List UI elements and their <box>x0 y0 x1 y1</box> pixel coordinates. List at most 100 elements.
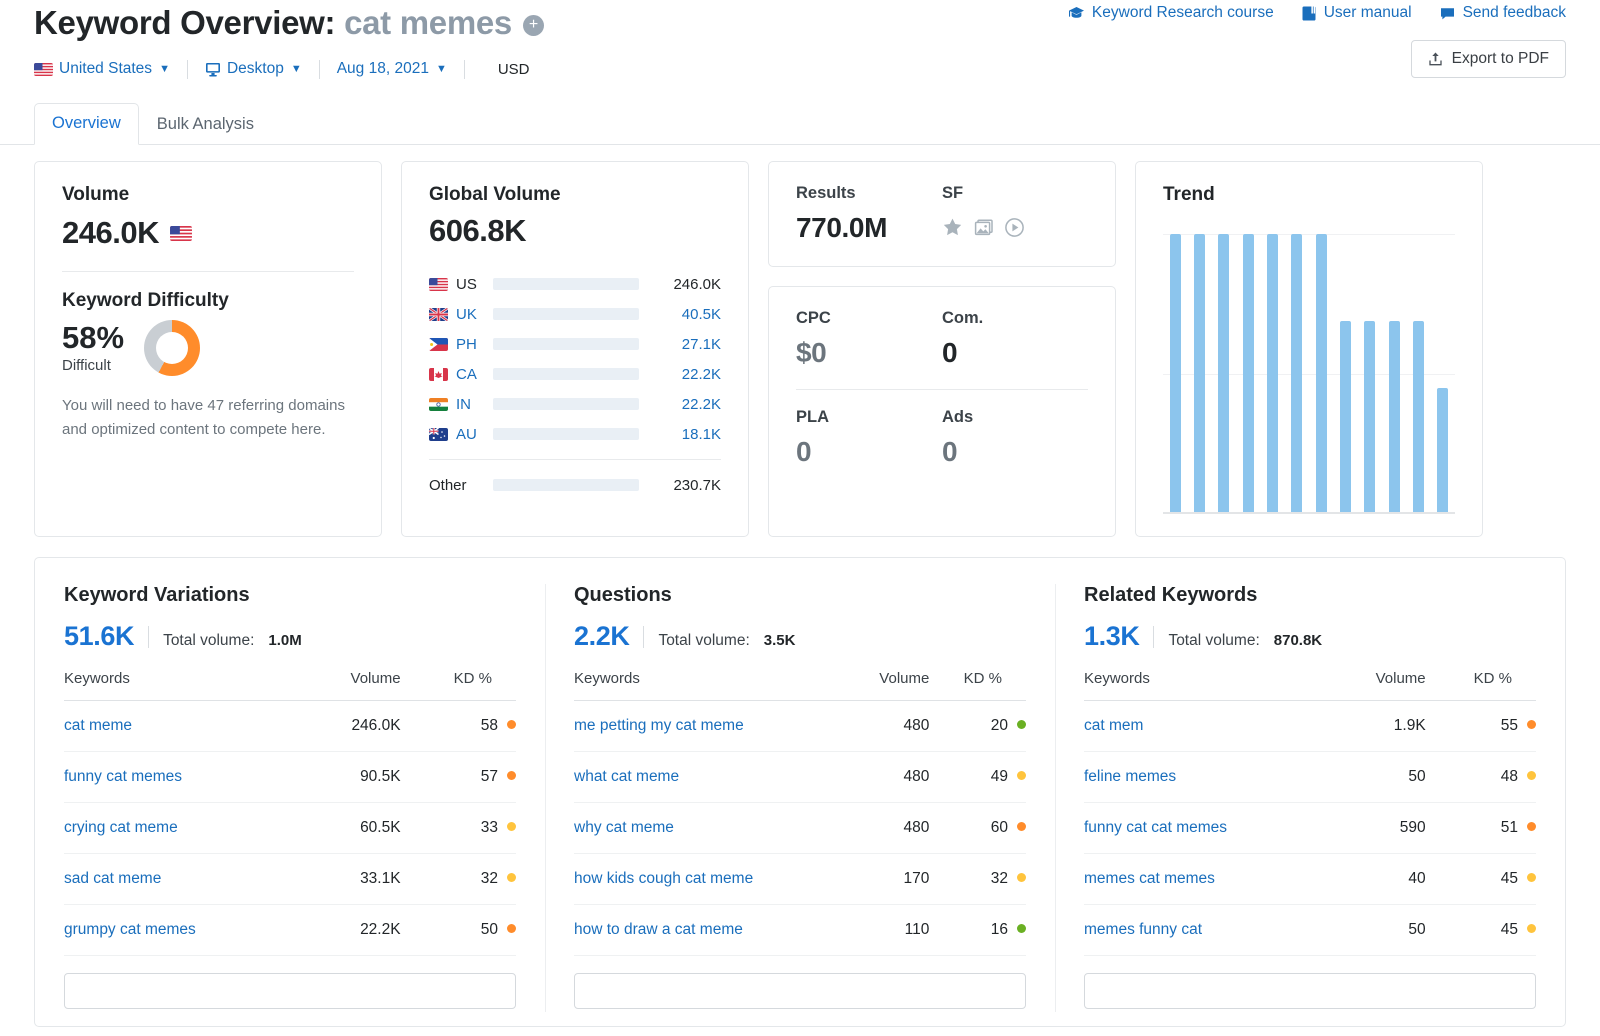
keyword-link[interactable]: me petting my cat meme <box>574 717 744 734</box>
keyword-link[interactable]: how kids cough cat meme <box>574 870 753 887</box>
keyword-cell: how to draw a cat meme <box>574 905 852 956</box>
device-filter[interactable]: Desktop ▼ <box>205 60 302 78</box>
table-row[interactable]: cat meme246.0K58 <box>64 701 516 752</box>
kd-cell: 50 <box>401 905 516 956</box>
view-all-button[interactable] <box>64 973 516 1009</box>
global-volume-row[interactable]: CA22.2K <box>429 359 721 389</box>
global-volume-row[interactable]: PH27.1K <box>429 329 721 359</box>
keyword-link[interactable]: memes funny cat <box>1084 921 1202 938</box>
graduation-cap-icon <box>1068 5 1085 22</box>
table-row[interactable]: how to draw a cat meme11016 <box>574 905 1026 956</box>
au-flag-icon <box>429 428 448 441</box>
column-header-volume[interactable]: Volume <box>852 670 930 701</box>
keyword-tables-panel: Keyword Variations51.6KTotal volume:1.0M… <box>34 557 1566 1027</box>
table-row[interactable]: memes cat memes4045 <box>1084 854 1536 905</box>
keyword-research-course-link[interactable]: Keyword Research course <box>1068 4 1274 22</box>
view-all-button[interactable] <box>574 973 1026 1009</box>
table-row[interactable]: feline memes5048 <box>1084 752 1536 803</box>
column-header-keywords[interactable]: Keywords <box>64 670 308 701</box>
column-header-keywords[interactable]: Keywords <box>1084 670 1337 701</box>
column-header-volume[interactable]: Volume <box>1337 670 1426 701</box>
column-header-kd[interactable]: KD % <box>401 670 516 701</box>
column-header-volume[interactable]: Volume <box>308 670 401 701</box>
keyword-link[interactable]: what cat meme <box>574 768 679 785</box>
trend-bar-slot[interactable] <box>1382 234 1406 514</box>
keyword-link[interactable]: memes cat memes <box>1084 870 1215 887</box>
column-header-kd[interactable]: KD % <box>1426 670 1536 701</box>
keyword-cell: why cat meme <box>574 803 852 854</box>
keyword-cell: how kids cough cat meme <box>574 854 852 905</box>
trend-bar-slot[interactable] <box>1406 234 1430 514</box>
keyword-link[interactable]: funny cat memes <box>64 768 182 785</box>
country-volume-bar <box>493 338 639 350</box>
keyword-link[interactable]: feline memes <box>1084 768 1176 785</box>
table-row[interactable]: why cat meme48060 <box>574 803 1026 854</box>
global-volume-row[interactable]: AU18.1K <box>429 419 721 449</box>
table-row[interactable]: grumpy cat memes 22.2K50 <box>64 905 516 956</box>
keyword-cell: funny cat memes <box>64 752 308 803</box>
plus-circle-icon[interactable]: + <box>523 15 544 36</box>
trend-bar-slot[interactable] <box>1333 234 1357 514</box>
other-volume-bar <box>493 479 639 491</box>
volume-cell: 22.2K <box>308 905 401 956</box>
send-feedback-link[interactable]: Send feedback <box>1439 4 1566 22</box>
user-manual-link[interactable]: User manual <box>1301 4 1412 22</box>
keyword-link[interactable]: why cat meme <box>574 819 674 836</box>
global-volume-row[interactable]: UK40.5K <box>429 299 721 329</box>
keyword-cell: cat mem <box>1084 701 1337 752</box>
kd-cell: 58 <box>401 701 516 752</box>
keyword-link[interactable]: how to draw a cat meme <box>574 921 743 938</box>
table-row[interactable]: funny cat cat memes59051 <box>1084 803 1536 854</box>
table-row[interactable]: me petting my cat meme48020 <box>574 701 1026 752</box>
country-filter[interactable]: United States ▼ <box>34 60 170 78</box>
country-cell: IN <box>429 396 493 413</box>
trend-bar-slot[interactable] <box>1212 234 1236 514</box>
keyword-link[interactable]: crying cat meme <box>64 819 178 836</box>
kd-value: 58 <box>481 717 498 734</box>
trend-bar-slot[interactable] <box>1358 234 1382 514</box>
keyword-difficulty-label: Keyword Difficulty <box>62 290 354 312</box>
image-icon[interactable] <box>973 219 994 237</box>
tab-overview[interactable]: Overview <box>34 103 139 145</box>
table-row[interactable]: cat mem1.9K55 <box>1084 701 1536 752</box>
trend-bar-slot[interactable] <box>1285 234 1309 514</box>
trend-bar-slot[interactable] <box>1236 234 1260 514</box>
keyword-link[interactable]: sad cat meme <box>64 870 161 887</box>
cpc-block: CPC $0 <box>796 309 942 369</box>
keyword-difficulty-level: Difficult <box>62 357 124 374</box>
chevron-down-icon: ▼ <box>436 63 447 75</box>
trend-bar-slot[interactable] <box>1309 234 1333 514</box>
kd-cell: 20 <box>929 701 1026 752</box>
table-row[interactable]: sad cat meme33.1K32 <box>64 854 516 905</box>
global-volume-row[interactable]: US246.0K <box>429 269 721 299</box>
table-row[interactable]: crying cat meme 60.5K33 <box>64 803 516 854</box>
video-play-icon[interactable] <box>1004 217 1025 238</box>
filter-divider <box>187 60 188 79</box>
keyword-link[interactable]: funny cat cat memes <box>1084 819 1227 836</box>
view-all-button[interactable] <box>1084 973 1536 1009</box>
date-filter[interactable]: Aug 18, 2021 ▼ <box>337 60 447 78</box>
kd-cell: 33 <box>401 803 516 854</box>
table-row[interactable]: funny cat memes90.5K57 <box>64 752 516 803</box>
trend-bar-slot[interactable] <box>1163 234 1187 514</box>
keyword-link[interactable]: grumpy cat memes <box>64 921 196 938</box>
table-row[interactable]: memes funny cat5045 <box>1084 905 1536 956</box>
trend-bar-slot[interactable] <box>1260 234 1284 514</box>
date-filter-label: Aug 18, 2021 <box>337 60 429 78</box>
star-icon[interactable] <box>942 217 963 238</box>
keyword-link[interactable]: cat mem <box>1084 717 1143 734</box>
global-volume-row[interactable]: IN22.2K <box>429 389 721 419</box>
trend-bar-slot[interactable] <box>1187 234 1211 514</box>
column-header-kd[interactable]: KD % <box>929 670 1026 701</box>
divider <box>643 626 644 648</box>
table-row[interactable]: what cat meme48049 <box>574 752 1026 803</box>
table-row[interactable]: how kids cough cat meme17032 <box>574 854 1026 905</box>
keyword-link[interactable]: cat meme <box>64 717 132 734</box>
trend-bar-slot[interactable] <box>1431 234 1455 514</box>
volume-cell: 60.5K <box>308 803 401 854</box>
tab-bulk-analysis[interactable]: Bulk Analysis <box>139 104 272 145</box>
column-header-keywords[interactable]: Keywords <box>574 670 852 701</box>
export-to-pdf-button[interactable]: Export to PDF <box>1411 40 1566 78</box>
table-count: 2.2K <box>574 621 629 652</box>
kd-value: 49 <box>991 768 1008 785</box>
